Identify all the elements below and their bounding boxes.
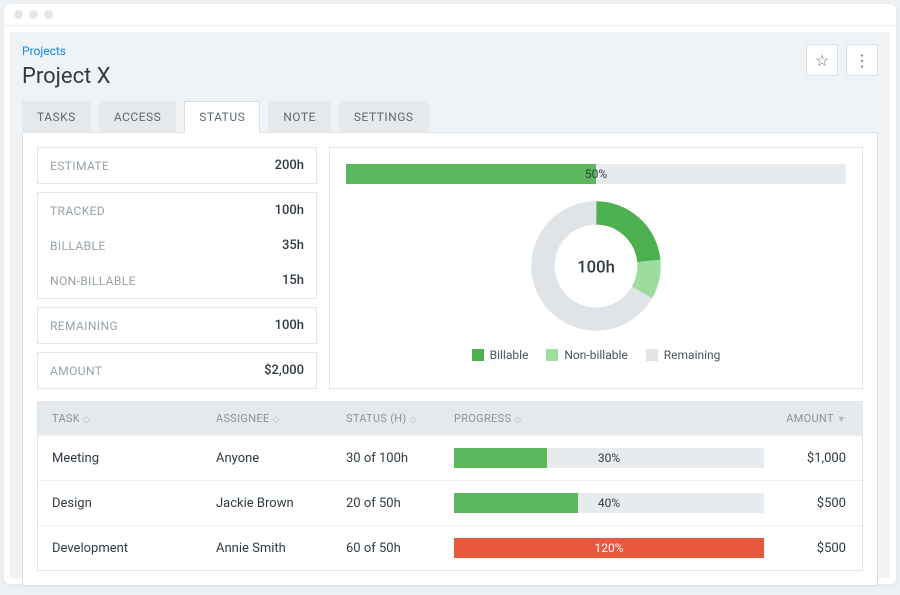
row-progress-bar: 120% — [454, 538, 764, 558]
swatch-remaining — [646, 349, 658, 361]
cell-status: 20 of 50h — [346, 496, 446, 511]
cell-assignee: Annie Smith — [216, 541, 346, 556]
cell-progress: 120% — [446, 538, 774, 558]
star-icon: ☆ — [815, 51, 829, 70]
cell-amount: $500 — [774, 541, 854, 556]
nonbillable-label: NON-BILLABLE — [50, 274, 136, 288]
th-task[interactable]: TASK◇ — [46, 412, 216, 425]
row-progress-bar: 30% — [454, 448, 764, 468]
breadcrumb-projects[interactable]: Projects — [22, 44, 111, 58]
table-row[interactable]: DesignJackie Brown20 of 50h 40% $500 — [38, 480, 862, 525]
tracked-value: 100h — [275, 203, 304, 218]
th-amount[interactable]: AMOUNT▼ — [774, 412, 854, 425]
tab-note[interactable]: NOTE — [268, 101, 331, 133]
tabs: TASKS ACCESS STATUS NOTE SETTINGS — [22, 101, 878, 133]
cell-progress: 40% — [446, 493, 774, 513]
tab-access[interactable]: ACCESS — [99, 101, 176, 133]
legend-nonbillable-label: Non-billable — [564, 348, 627, 362]
th-progress[interactable]: PROGRESS◇ — [446, 412, 774, 425]
th-assignee-label: ASSIGNEE — [216, 412, 269, 425]
swatch-billable — [472, 349, 484, 361]
cell-amount: $1,000 — [774, 451, 854, 466]
swatch-nonbillable — [546, 349, 558, 361]
more-options-button[interactable]: ⋮ — [846, 44, 878, 76]
th-status[interactable]: STATUS (h)◇ — [346, 412, 446, 425]
tracked-label: TRACKED — [50, 204, 105, 218]
billable-value: 35h — [282, 238, 304, 253]
cell-progress: 30% — [446, 448, 774, 468]
estimate-label: ESTIMATE — [50, 159, 109, 173]
tab-tasks[interactable]: TASKS — [22, 101, 91, 133]
remaining-value: 100h — [275, 318, 304, 333]
overall-progress-text: 50% — [346, 164, 846, 184]
donut-center-text: 100h — [577, 259, 615, 278]
amount-label: AMOUNT — [50, 364, 102, 378]
chart-legend: Billable Non-billable Remaining — [472, 348, 721, 362]
window-dot — [14, 10, 23, 19]
table-row[interactable]: MeetingAnyone30 of 100h 30% $1,000 — [38, 435, 862, 480]
sort-icon: ◇ — [272, 415, 279, 425]
nonbillable-value: 15h — [282, 273, 304, 288]
amount-box: AMOUNT $2,000 — [37, 352, 317, 389]
amount-value: $2,000 — [264, 363, 304, 378]
chart-area: 50% 100h Billable Non-billable — [329, 147, 863, 389]
th-status-label: STATUS (h) — [346, 412, 407, 425]
table-row[interactable]: DevelopmentAnnie Smith60 of 50h 120% $500 — [38, 525, 862, 570]
favorite-button[interactable]: ☆ — [806, 44, 838, 76]
project-title: Project X — [22, 64, 111, 89]
sort-icon: ▼ — [837, 415, 846, 425]
remaining-label: REMAINING — [50, 319, 118, 333]
cell-status: 60 of 50h — [346, 541, 446, 556]
tab-status[interactable]: STATUS — [184, 101, 260, 133]
estimate-box: ESTIMATE 200h — [37, 147, 317, 184]
legend-remaining-label: Remaining — [664, 348, 721, 362]
tasks-table: TASK◇ ASSIGNEE◇ STATUS (h)◇ PROGRESS◇ AM… — [37, 401, 863, 571]
row-progress-text: 40% — [454, 493, 764, 513]
cell-task: Meeting — [46, 451, 216, 466]
row-progress-text: 120% — [454, 538, 764, 558]
legend-nonbillable: Non-billable — [546, 348, 627, 362]
cell-assignee: Anyone — [216, 451, 346, 466]
tracked-box: TRACKED 100h BILLABLE 35h NON-BILLABLE 1… — [37, 192, 317, 299]
more-vertical-icon: ⋮ — [854, 51, 870, 70]
legend-remaining: Remaining — [646, 348, 721, 362]
th-assignee[interactable]: ASSIGNEE◇ — [216, 412, 346, 425]
overall-progress-bar: 50% — [346, 164, 846, 184]
table-header: TASK◇ ASSIGNEE◇ STATUS (h)◇ PROGRESS◇ AM… — [38, 402, 862, 435]
th-progress-label: PROGRESS — [454, 412, 511, 425]
row-progress-bar: 40% — [454, 493, 764, 513]
titlebar — [4, 4, 896, 26]
window-dot — [44, 10, 53, 19]
row-progress-text: 30% — [454, 448, 764, 468]
estimate-value: 200h — [275, 158, 304, 173]
donut-chart: 100h — [526, 196, 666, 336]
tab-settings[interactable]: SETTINGS — [339, 101, 429, 133]
cell-assignee: Jackie Brown — [216, 496, 346, 511]
window-dot — [29, 10, 38, 19]
cell-task: Development — [46, 541, 216, 556]
sort-icon: ◇ — [83, 415, 90, 425]
th-amount-label: AMOUNT — [786, 412, 834, 425]
app-window: Projects Project X ☆ ⋮ TASKS ACCESS STAT… — [4, 4, 896, 584]
sort-icon: ◇ — [410, 415, 417, 425]
legend-billable: Billable — [472, 348, 529, 362]
remaining-box: REMAINING 100h — [37, 307, 317, 344]
billable-label: BILLABLE — [50, 239, 106, 253]
sort-icon: ◇ — [514, 415, 521, 425]
cell-task: Design — [46, 496, 216, 511]
th-task-label: TASK — [52, 412, 80, 425]
status-panel: ESTIMATE 200h TRACKED 100h BILLABLE 35h — [22, 132, 878, 586]
cell-amount: $500 — [774, 496, 854, 511]
cell-status: 30 of 100h — [346, 451, 446, 466]
legend-billable-label: Billable — [490, 348, 529, 362]
